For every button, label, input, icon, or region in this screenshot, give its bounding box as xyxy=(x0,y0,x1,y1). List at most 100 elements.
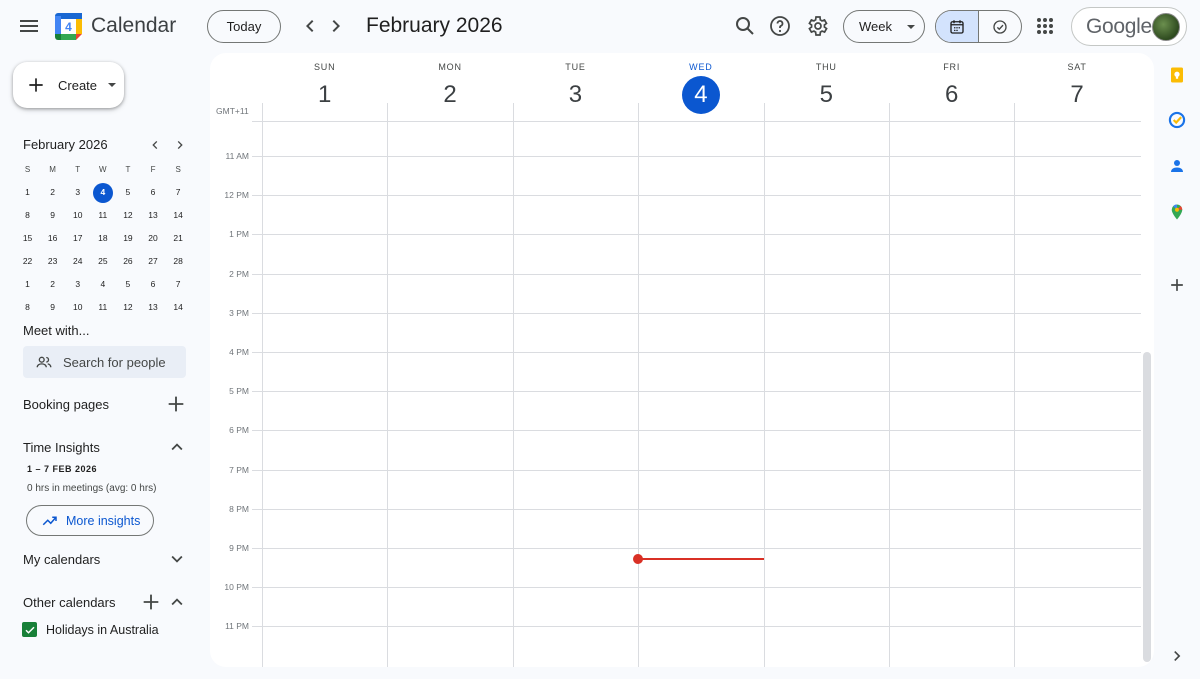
google-apps-button[interactable] xyxy=(1025,6,1065,46)
hour-label: 10 PM xyxy=(224,582,249,593)
hour-label: 4 PM xyxy=(229,347,249,357)
mini-calendar-day[interactable]: 21 xyxy=(166,228,191,249)
mini-calendar-day[interactable]: 10 xyxy=(65,205,90,226)
mini-calendar-day[interactable]: 11 xyxy=(90,205,115,226)
mini-calendar-day[interactable]: 20 xyxy=(140,228,165,249)
contacts-app-button[interactable] xyxy=(1165,154,1189,178)
day-header-sat[interactable]: SAT 7 xyxy=(1014,53,1139,121)
day-header-tue[interactable]: TUE 3 xyxy=(513,53,638,121)
mini-calendar-day[interactable]: 6 xyxy=(140,274,165,295)
mini-calendar-day[interactable]: 1 xyxy=(15,274,40,295)
maps-app-button[interactable] xyxy=(1165,200,1189,224)
mini-calendar-week: 22 23 24 25 26 27 28 xyxy=(15,250,191,273)
scrollbar[interactable] xyxy=(1143,352,1151,662)
day-header-wed[interactable]: WED 4 xyxy=(638,53,763,121)
my-calendars-heading[interactable]: My calendars xyxy=(23,552,100,567)
mini-calendar-day[interactable]: 8 xyxy=(15,205,40,226)
calendar-view-toggle[interactable] xyxy=(936,11,979,42)
mini-calendar-day[interactable]: 13 xyxy=(140,205,165,226)
day-column-divider xyxy=(889,103,890,667)
tasks-app-button[interactable] xyxy=(1165,108,1189,132)
mini-calendar-day[interactable]: 22 xyxy=(15,251,40,272)
mini-calendar-day[interactable]: 12 xyxy=(115,205,140,226)
mini-calendar-day[interactable]: 13 xyxy=(140,297,165,318)
mini-calendar-day[interactable]: 17 xyxy=(65,228,90,249)
mini-calendar-day[interactable]: 23 xyxy=(40,251,65,272)
day-number[interactable]: 7 xyxy=(1058,76,1096,114)
expand-side-panel-button[interactable] xyxy=(1167,646,1187,666)
day-header-thu[interactable]: THU 5 xyxy=(764,53,889,121)
day-header-sun[interactable]: SUN 1 xyxy=(262,53,387,121)
mini-calendar-today[interactable]: 4 xyxy=(90,182,115,203)
mini-calendar-day[interactable]: 10 xyxy=(65,297,90,318)
add-addon-button[interactable] xyxy=(1165,273,1189,297)
other-calendars-heading[interactable]: Other calendars xyxy=(23,595,116,610)
mini-calendar-day[interactable]: 14 xyxy=(166,297,191,318)
day-number[interactable]: 6 xyxy=(933,76,971,114)
mini-calendar-day[interactable]: 18 xyxy=(90,228,115,249)
mini-calendar-day[interactable]: 11 xyxy=(90,297,115,318)
hour-gridline xyxy=(252,156,1141,157)
booking-pages-heading[interactable]: Booking pages xyxy=(23,397,109,412)
time-insights-collapse-button[interactable] xyxy=(166,436,188,458)
search-button[interactable] xyxy=(725,6,765,46)
mini-calendar-day[interactable]: 3 xyxy=(65,274,90,295)
view-selector[interactable]: Week xyxy=(843,10,925,43)
mini-calendar-day[interactable]: 15 xyxy=(15,228,40,249)
mini-calendar-day[interactable]: 26 xyxy=(115,251,140,272)
hour-label: 11 AM xyxy=(225,151,249,161)
mini-calendar-day[interactable]: 27 xyxy=(140,251,165,272)
day-number[interactable]: 3 xyxy=(556,76,594,114)
help-button[interactable] xyxy=(760,6,800,46)
mini-calendar-day[interactable]: 12 xyxy=(115,297,140,318)
mini-calendar-day[interactable]: 6 xyxy=(140,182,165,203)
today-date-number[interactable]: 4 xyxy=(681,76,720,114)
mini-calendar-day[interactable]: 16 xyxy=(40,228,65,249)
mini-calendar-day[interactable]: 19 xyxy=(115,228,140,249)
more-insights-button[interactable]: More insights xyxy=(26,505,154,536)
search-people-input[interactable]: Search for people xyxy=(23,346,186,378)
day-number[interactable]: 1 xyxy=(306,76,344,114)
mini-calendar-day[interactable]: 7 xyxy=(166,182,191,203)
mini-calendar-day[interactable]: 14 xyxy=(166,205,191,226)
settings-button[interactable] xyxy=(797,6,837,46)
keep-app-button[interactable] xyxy=(1165,63,1189,87)
maps-pin-icon xyxy=(1171,204,1183,220)
add-other-calendar-button[interactable] xyxy=(140,591,162,613)
mini-calendar-day[interactable]: 8 xyxy=(15,297,40,318)
hour-gridline xyxy=(252,626,1141,628)
mini-calendar-day[interactable]: 24 xyxy=(65,251,90,272)
time-insights-heading[interactable]: Time Insights xyxy=(23,440,100,455)
day-number[interactable]: 2 xyxy=(431,76,469,114)
calendar-checkbox[interactable] xyxy=(22,622,37,637)
mini-calendar-next-button[interactable] xyxy=(168,133,192,157)
mini-calendar-day[interactable]: 9 xyxy=(40,205,65,226)
mini-calendar-day[interactable]: 2 xyxy=(40,182,65,203)
day-header-fri[interactable]: FRI 6 xyxy=(889,53,1014,121)
mini-calendar-day[interactable]: 25 xyxy=(90,251,115,272)
today-button[interactable]: Today xyxy=(207,10,281,43)
my-calendars-expand-button[interactable] xyxy=(166,548,188,570)
google-account-button[interactable]: Google xyxy=(1071,7,1187,46)
mini-calendar-day[interactable]: 5 xyxy=(115,182,140,203)
mini-calendar-prev-button[interactable] xyxy=(143,133,167,157)
day-number[interactable]: 5 xyxy=(807,76,845,114)
day-name: SUN xyxy=(313,62,336,72)
mini-calendar-day[interactable]: 9 xyxy=(40,297,65,318)
add-booking-page-button[interactable] xyxy=(165,393,187,415)
tasks-view-toggle[interactable] xyxy=(979,11,1022,42)
other-calendars-collapse-button[interactable] xyxy=(166,591,188,613)
hour-label: 5 PM xyxy=(229,386,249,397)
mini-calendar-day[interactable]: 5 xyxy=(115,274,140,295)
mini-calendar-day[interactable]: 1 xyxy=(15,182,40,203)
mini-calendar-day[interactable]: 2 xyxy=(40,274,65,295)
calendar-item-holidays[interactable]: Holidays in Australia xyxy=(22,622,159,637)
main-menu-button[interactable] xyxy=(9,6,49,46)
create-button[interactable]: Create xyxy=(13,62,124,108)
next-period-button[interactable] xyxy=(316,6,356,46)
mini-calendar-day[interactable]: 4 xyxy=(90,274,115,295)
day-header-mon[interactable]: MON 2 xyxy=(387,53,512,121)
mini-calendar-day[interactable]: 3 xyxy=(65,182,90,203)
mini-calendar-day[interactable]: 7 xyxy=(166,274,191,295)
mini-calendar-day[interactable]: 28 xyxy=(166,251,191,272)
